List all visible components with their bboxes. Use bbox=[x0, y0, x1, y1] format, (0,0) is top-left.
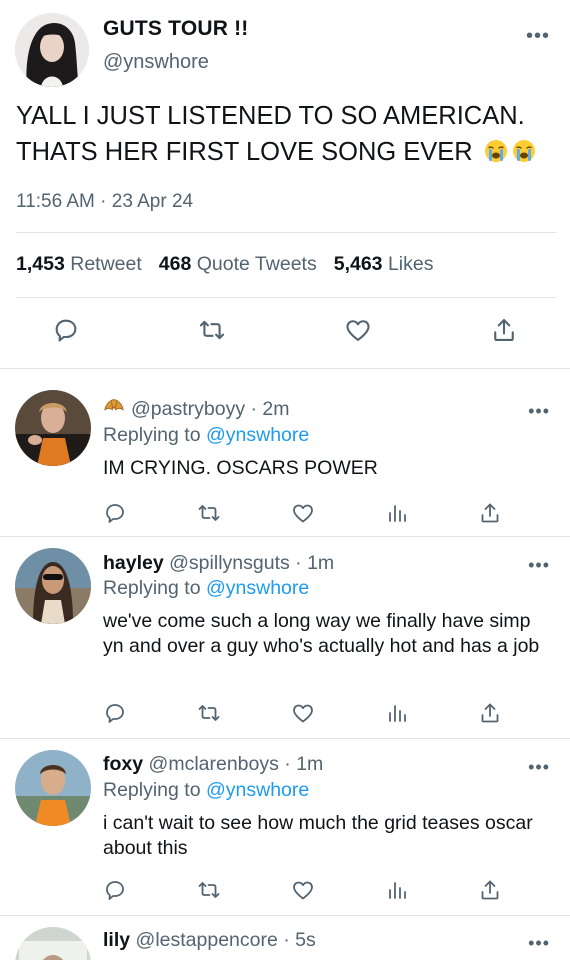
more-options-icon[interactable]: ••• bbox=[528, 758, 550, 776]
tweet-body: YALL I JUST LISTENED TO SO AMERICAN. THA… bbox=[16, 102, 525, 166]
tweet-text: YALL I JUST LISTENED TO SO AMERICAN. THA… bbox=[16, 98, 561, 170]
user-handle[interactable]: @spillynsguts bbox=[169, 552, 290, 574]
engagement-stats: 1,453 Retweet 468 Quote Tweets 5,463 Likes bbox=[16, 253, 433, 276]
like-icon[interactable] bbox=[290, 701, 316, 725]
retweet-icon[interactable] bbox=[196, 501, 222, 525]
user-handle[interactable]: @mclarenboys bbox=[149, 753, 279, 775]
profile-photo bbox=[15, 548, 91, 624]
reply-header: foxy @mclarenboys · 1m bbox=[103, 753, 323, 776]
mention-link[interactable]: @ynswhore bbox=[206, 779, 309, 801]
mention-link[interactable]: @ynswhore bbox=[206, 577, 309, 599]
analytics-icon[interactable] bbox=[385, 501, 409, 525]
replying-label: Replying to bbox=[103, 424, 201, 446]
reply-time[interactable]: · 2m bbox=[251, 398, 290, 420]
reply-icon[interactable] bbox=[103, 501, 127, 525]
display-name[interactable]: lily bbox=[103, 929, 130, 951]
quotes-stat[interactable]: 468 Quote Tweets bbox=[159, 253, 317, 275]
more-options-icon[interactable]: ••• bbox=[526, 26, 550, 46]
retweets-count: 1,453 bbox=[16, 253, 65, 275]
like-icon[interactable] bbox=[343, 316, 373, 344]
profile-photo bbox=[15, 390, 91, 466]
more-options-icon[interactable]: ••• bbox=[528, 934, 550, 952]
reply-tweet[interactable]: lily @lestappencore · 5s ••• bbox=[0, 915, 570, 960]
quotes-count: 468 bbox=[158, 253, 192, 275]
avatar[interactable] bbox=[15, 750, 91, 826]
quotes-label: Quote Tweets bbox=[196, 253, 317, 275]
more-options-icon[interactable]: ••• bbox=[528, 402, 550, 420]
analytics-icon[interactable] bbox=[385, 878, 409, 902]
display-name[interactable]: hayley bbox=[103, 552, 164, 574]
reply-header: lily @lestappencore · 5s bbox=[103, 929, 316, 952]
retweets-stat[interactable]: 1,453 Retweet bbox=[16, 253, 142, 275]
display-name[interactable]: foxy bbox=[103, 753, 143, 775]
reply-text: we've come such a long way we finally ha… bbox=[103, 610, 540, 657]
reply-text: IM CRYING. OSCARS POWER bbox=[103, 457, 378, 479]
likes-count: 5,463 bbox=[333, 253, 383, 275]
replying-to: Replying to @ynswhore bbox=[103, 577, 309, 600]
reply-icon[interactable] bbox=[52, 316, 80, 344]
reply-icon[interactable] bbox=[103, 701, 127, 725]
avatar[interactable] bbox=[15, 927, 91, 960]
mention-link[interactable]: @ynswhore bbox=[206, 424, 309, 446]
reply-header: hayley @spillynsguts · 1m bbox=[103, 552, 334, 575]
user-handle[interactable]: @pastryboyy bbox=[131, 398, 245, 420]
reply-text: i can't wait to see how much the grid te… bbox=[103, 812, 533, 859]
divider bbox=[16, 232, 556, 233]
display-name[interactable]: GUTS TOUR !! bbox=[103, 17, 249, 41]
reply-header: @pastryboyy · 2m bbox=[103, 397, 290, 421]
replying-label: Replying to bbox=[103, 779, 201, 801]
reply-time[interactable]: · 1m bbox=[284, 753, 323, 775]
loudly-crying-face-icon bbox=[512, 140, 535, 162]
reply-time[interactable]: · 5s bbox=[283, 929, 316, 951]
reply-tweet[interactable]: @pastryboyy · 2m ••• Replying to @ynswho… bbox=[0, 368, 570, 536]
reply-actions bbox=[0, 878, 570, 910]
profile-photo bbox=[15, 927, 91, 960]
avatar[interactable] bbox=[15, 13, 89, 87]
analytics-icon[interactable] bbox=[385, 701, 409, 725]
reply-tweet[interactable]: foxy @mclarenboys · 1m ••• Replying to @… bbox=[0, 738, 570, 915]
croissant-icon bbox=[104, 399, 124, 411]
reply-tweet[interactable]: hayley @spillynsguts · 1m ••• Replying t… bbox=[0, 536, 570, 738]
replying-label: Replying to bbox=[103, 577, 201, 599]
avatar[interactable] bbox=[15, 548, 91, 624]
tweet-timestamp[interactable]: 11:56 AM · 23 Apr 24 bbox=[16, 191, 193, 213]
profile-photo bbox=[15, 13, 89, 87]
retweet-icon[interactable] bbox=[197, 316, 227, 344]
likes-stat[interactable]: 5,463 Likes bbox=[334, 253, 434, 275]
tweet-actions bbox=[0, 316, 570, 348]
reply-icon[interactable] bbox=[103, 878, 127, 902]
retweet-icon[interactable] bbox=[196, 701, 222, 725]
retweets-label: Retweet bbox=[70, 253, 142, 275]
user-handle[interactable]: @lestappencore bbox=[136, 929, 278, 951]
reply-actions bbox=[0, 701, 570, 733]
loudly-crying-face-icon bbox=[484, 140, 507, 162]
share-icon[interactable] bbox=[490, 316, 518, 344]
like-icon[interactable] bbox=[290, 501, 316, 525]
share-icon[interactable] bbox=[478, 878, 502, 902]
user-handle[interactable]: @ynswhore bbox=[103, 51, 209, 74]
like-icon[interactable] bbox=[290, 878, 316, 902]
share-icon[interactable] bbox=[478, 701, 502, 725]
profile-photo bbox=[15, 750, 91, 826]
divider bbox=[16, 297, 556, 298]
retweet-icon[interactable] bbox=[196, 878, 222, 902]
replying-to: Replying to @ynswhore bbox=[103, 424, 309, 447]
share-icon[interactable] bbox=[478, 501, 502, 525]
likes-label: Likes bbox=[387, 253, 434, 275]
more-options-icon[interactable]: ••• bbox=[528, 556, 550, 574]
reply-actions bbox=[0, 501, 570, 533]
avatar[interactable] bbox=[15, 390, 91, 466]
replying-to: Replying to @ynswhore bbox=[103, 779, 309, 802]
reply-time[interactable]: · 1m bbox=[295, 552, 334, 574]
